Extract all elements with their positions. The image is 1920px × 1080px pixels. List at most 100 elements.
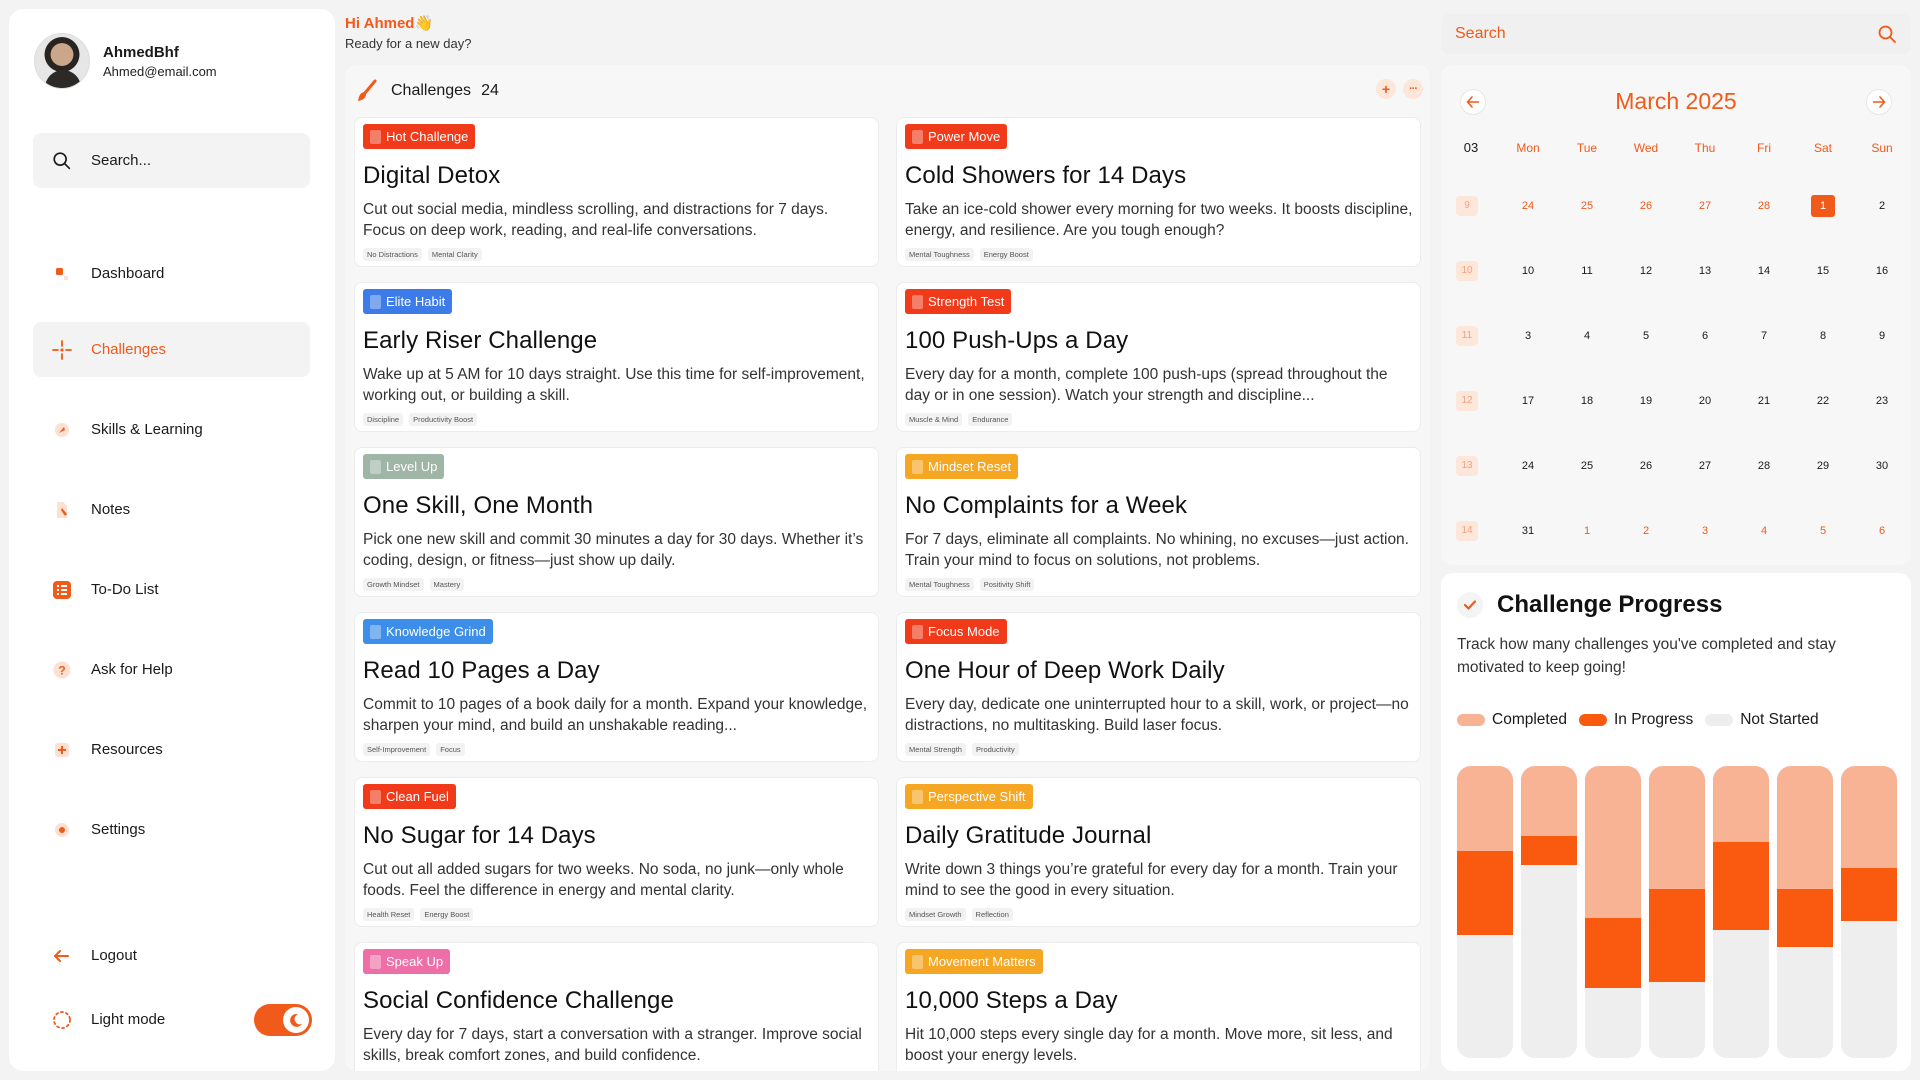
calendar-date[interactable]: 25 [1572, 456, 1602, 476]
sidebar-item-resources[interactable]: Resources [33, 722, 310, 777]
challenge-tag[interactable]: Productivity Boost [409, 413, 478, 426]
challenge-tag[interactable]: Endurance [968, 413, 1013, 426]
challenge-card[interactable]: Knowledge Grind Read 10 Pages a Day Commit… [354, 612, 879, 762]
challenge-card[interactable]: Speak Up Social Confidence Challenge Every… [354, 942, 879, 1071]
user-profile[interactable]: AhmedBhf Ahmed@email.com [34, 33, 217, 89]
sidebar-item-ask-for-help[interactable]: ? Ask for Help [33, 642, 310, 697]
challenge-card[interactable]: Perspective Shift Daily Gratitude Journal… [896, 777, 1421, 927]
calendar-date[interactable]: 2 [1867, 196, 1897, 216]
challenge-tag[interactable]: No Distractions [363, 248, 422, 261]
more-options-button[interactable]: ··· [1403, 79, 1423, 99]
challenge-tag[interactable]: Self-Improvement [363, 743, 431, 756]
calendar-date[interactable]: 6 [1867, 521, 1897, 541]
calendar-date[interactable]: 3 [1690, 521, 1720, 541]
challenge-card[interactable]: Focus Mode One Hour of Deep Work Daily Eve… [896, 612, 1421, 762]
calendar-date[interactable]: 28 [1749, 196, 1779, 216]
challenge-card[interactable]: Movement Matters 10,000 Steps a Day Hit 10… [896, 942, 1421, 1071]
calendar-date[interactable]: 24 [1513, 456, 1543, 476]
challenge-tag[interactable]: Discipline [363, 413, 404, 426]
calendar-date[interactable]: 9 [1867, 326, 1897, 346]
calendar-week-header: 03 [1463, 140, 1479, 155]
badge-label: Perspective Shift [928, 789, 1026, 804]
calendar-date[interactable]: 5 [1631, 326, 1661, 346]
challenge-card[interactable]: Power Move Cold Showers for 14 Days Take a… [896, 117, 1421, 267]
challenge-tag[interactable]: Health Reset [363, 908, 415, 921]
sidebar-item-settings[interactable]: Settings [33, 802, 310, 857]
challenge-tag[interactable]: Focus [436, 743, 465, 756]
challenge-card[interactable]: Hot Challenge Digital Detox Cut out social… [354, 117, 879, 267]
calendar-next-button[interactable] [1866, 89, 1892, 115]
challenge-tag[interactable]: Reflection [971, 908, 1013, 921]
calendar-date[interactable]: 4 [1572, 326, 1602, 346]
calendar-date[interactable]: 2 [1631, 521, 1661, 541]
light-mode-toggle[interactable] [254, 1004, 312, 1036]
challenge-tag[interactable]: Mindset Growth [905, 908, 966, 921]
calendar-date[interactable]: 28 [1749, 456, 1779, 476]
calendar-date[interactable]: 10 [1513, 261, 1543, 281]
logout-button[interactable]: Logout [33, 928, 310, 983]
calendar-date[interactable]: 5 [1808, 521, 1838, 541]
challenge-tag[interactable]: Mental Toughness [905, 248, 974, 261]
calendar-date[interactable]: 8 [1808, 326, 1838, 346]
search-input[interactable]: Search [1455, 25, 1877, 43]
challenge-tag[interactable]: Energy Boost [979, 248, 1033, 261]
svg-text:?: ? [58, 663, 65, 677]
challenge-card[interactable]: Clean Fuel No Sugar for 14 Days Cut out al… [354, 777, 879, 927]
search-icon[interactable] [1877, 24, 1897, 44]
calendar-date[interactable]: 31 [1513, 521, 1543, 541]
sidebar-item-skills-learning[interactable]: Skills & Learning [33, 402, 310, 457]
sidebar-search[interactable]: Search... [33, 133, 310, 188]
calendar-date[interactable]: 26 [1631, 196, 1661, 216]
calendar-date-selected[interactable]: 1 [1811, 195, 1835, 217]
challenge-card[interactable]: Strength Test 100 Push-Ups a Day Every day… [896, 282, 1421, 432]
challenge-tag[interactable]: Mental Strength [905, 743, 966, 756]
calendar-date[interactable]: 25 [1572, 196, 1602, 216]
calendar-date[interactable]: 11 [1572, 261, 1602, 281]
calendar-date[interactable]: 18 [1572, 391, 1602, 411]
calendar-date[interactable]: 27 [1690, 196, 1720, 216]
challenge-tag[interactable]: Productivity [971, 743, 1019, 756]
sidebar-item-challenges[interactable]: Challenges [33, 322, 310, 377]
challenge-tag[interactable]: Growth Mindset [363, 578, 424, 591]
sidebar-search-input[interactable]: Search... [91, 152, 151, 169]
sidebar-item-dashboard[interactable]: Dashboard [33, 246, 310, 301]
challenge-tag[interactable]: Mental Clarity [427, 248, 482, 261]
calendar-date[interactable]: 20 [1690, 391, 1720, 411]
calendar-date[interactable]: 12 [1631, 261, 1661, 281]
greeting-subtitle: Ready for a new day? [345, 36, 472, 51]
challenge-card[interactable]: Level Up One Skill, One Month Pick one new… [354, 447, 879, 597]
sidebar-item-notes[interactable]: Notes [33, 482, 310, 537]
calendar-date[interactable]: 1 [1572, 521, 1602, 541]
calendar-date[interactable]: 30 [1867, 456, 1897, 476]
calendar-date[interactable]: 14 [1749, 261, 1779, 281]
challenge-tag[interactable]: Positivity Shift [979, 578, 1035, 591]
top-search[interactable]: Search [1441, 14, 1911, 54]
calendar-date[interactable]: 26 [1631, 456, 1661, 476]
challenge-tag[interactable]: Energy Boost [420, 908, 474, 921]
add-challenge-button[interactable]: + [1376, 79, 1396, 99]
challenge-card[interactable]: Mindset Reset No Complaints for a Week For… [896, 447, 1421, 597]
calendar-date[interactable]: 7 [1749, 326, 1779, 346]
calendar-date[interactable]: 24 [1513, 196, 1543, 216]
calendar-date[interactable]: 22 [1808, 391, 1838, 411]
calendar-date[interactable]: 17 [1513, 391, 1543, 411]
calendar-date[interactable]: 13 [1690, 261, 1720, 281]
calendar-date[interactable]: 23 [1867, 391, 1897, 411]
calendar-date[interactable]: 21 [1749, 391, 1779, 411]
calendar-date[interactable]: 6 [1690, 326, 1720, 346]
challenge-tag[interactable]: Mental Toughness [905, 578, 974, 591]
calendar-date[interactable]: 19 [1631, 391, 1661, 411]
calendar-date[interactable]: 29 [1808, 456, 1838, 476]
sidebar-item-todo-list[interactable]: To-Do List [33, 562, 310, 617]
challenge-badge: Strength Test [905, 289, 1012, 314]
challenge-card[interactable]: Elite Habit Early Riser Challenge Wake up … [354, 282, 879, 432]
calendar-date[interactable]: 27 [1690, 456, 1720, 476]
calendar-date[interactable]: 4 [1749, 521, 1779, 541]
progress-title: Challenge Progress [1497, 591, 1723, 618]
challenge-tag[interactable]: Mastery [429, 578, 465, 591]
calendar-date[interactable]: 3 [1513, 326, 1543, 346]
calendar-date[interactable]: 15 [1808, 261, 1838, 281]
challenge-tags: Mental Toughness Positivity Shift [905, 578, 1040, 591]
challenge-tag[interactable]: Muscle & Mind [905, 413, 963, 426]
calendar-date[interactable]: 16 [1867, 261, 1897, 281]
